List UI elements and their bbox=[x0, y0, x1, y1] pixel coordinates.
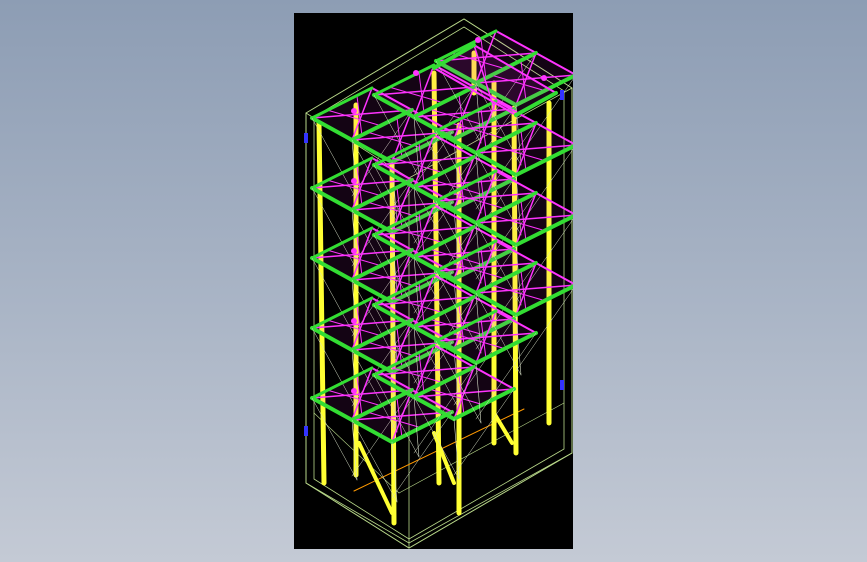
base-brace bbox=[492, 411, 514, 445]
anchor-marker-2 bbox=[560, 90, 564, 100]
column-cap-2 bbox=[351, 248, 357, 254]
column-cap-7 bbox=[541, 75, 547, 81]
steel-structure-model bbox=[304, 18, 573, 549]
column-cap-4 bbox=[351, 388, 357, 394]
column-cap-5 bbox=[413, 70, 419, 76]
cad-viewport[interactable] bbox=[294, 13, 573, 549]
enclosure-edge bbox=[408, 452, 573, 544]
column-cap-3 bbox=[351, 318, 357, 324]
anchor-marker-1 bbox=[304, 426, 308, 436]
base-brace bbox=[357, 441, 394, 515]
anchor-marker-3 bbox=[560, 380, 564, 390]
column-cap-0 bbox=[351, 108, 357, 114]
column-cap-6 bbox=[475, 37, 481, 43]
column-0 bbox=[316, 120, 327, 486]
anchor-marker-0 bbox=[304, 133, 308, 143]
column-cap-1 bbox=[351, 178, 357, 184]
